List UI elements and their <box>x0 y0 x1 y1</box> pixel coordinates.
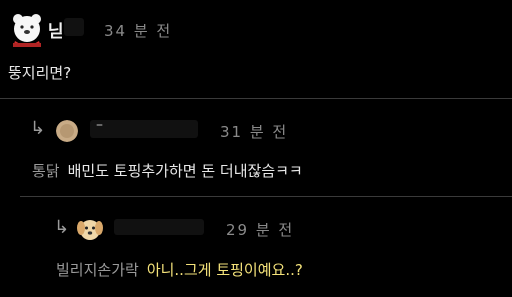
comment-item: 닏 34 분 전 뚱지리면? <box>0 0 512 100</box>
comment-text: 빌리지손가락 아니..그게 토핑이예요..? <box>56 259 303 280</box>
avatar[interactable] <box>56 120 78 142</box>
reply-item: ↳ – 31 분 전 통닭 배민도 토핑추가하면 돈 더내잖슴ㅋㅋ <box>0 100 512 197</box>
comment-time: 34 분 전 <box>104 22 173 40</box>
comment-body: 뚱지리면? <box>8 64 72 82</box>
quoted-author: 빌리지손가락 <box>56 261 139 279</box>
divider <box>0 98 512 99</box>
reply-arrow-icon: ↳ <box>54 217 70 238</box>
author-name[interactable]: – <box>96 117 103 133</box>
comment-text: 뚱지리면? <box>8 62 71 83</box>
nickname-redaction <box>64 18 84 36</box>
comment-time: 29 분 전 <box>226 221 295 239</box>
nickname-redaction <box>114 219 204 235</box>
comment-time: 31 분 전 <box>220 123 289 141</box>
reply-item: ↳ 29 분 전 빌리지손가락 아니..그게 토핑이예요..? <box>0 197 512 297</box>
author-name[interactable]: 닏 <box>48 17 64 42</box>
comment-body: 아니..그게 토핑이예요..? <box>146 261 303 279</box>
comment-text: 통닭 배민도 토핑추가하면 돈 더내잖슴ㅋㅋ <box>32 160 303 181</box>
comment-thread: 닏 34 분 전 뚱지리면? ↳ – 31 분 전 통닭 배민도 토핑추가하면 돈… <box>0 0 512 297</box>
comment-body: 배민도 토핑추가하면 돈 더내잖슴ㅋㅋ <box>67 162 303 180</box>
puppy-avatar[interactable] <box>76 215 104 243</box>
nickname-redaction <box>90 120 198 138</box>
reply-arrow-icon: ↳ <box>30 118 46 139</box>
quoted-author: 통닭 <box>32 162 60 180</box>
polar-bear-avatar[interactable] <box>7 9 47 49</box>
